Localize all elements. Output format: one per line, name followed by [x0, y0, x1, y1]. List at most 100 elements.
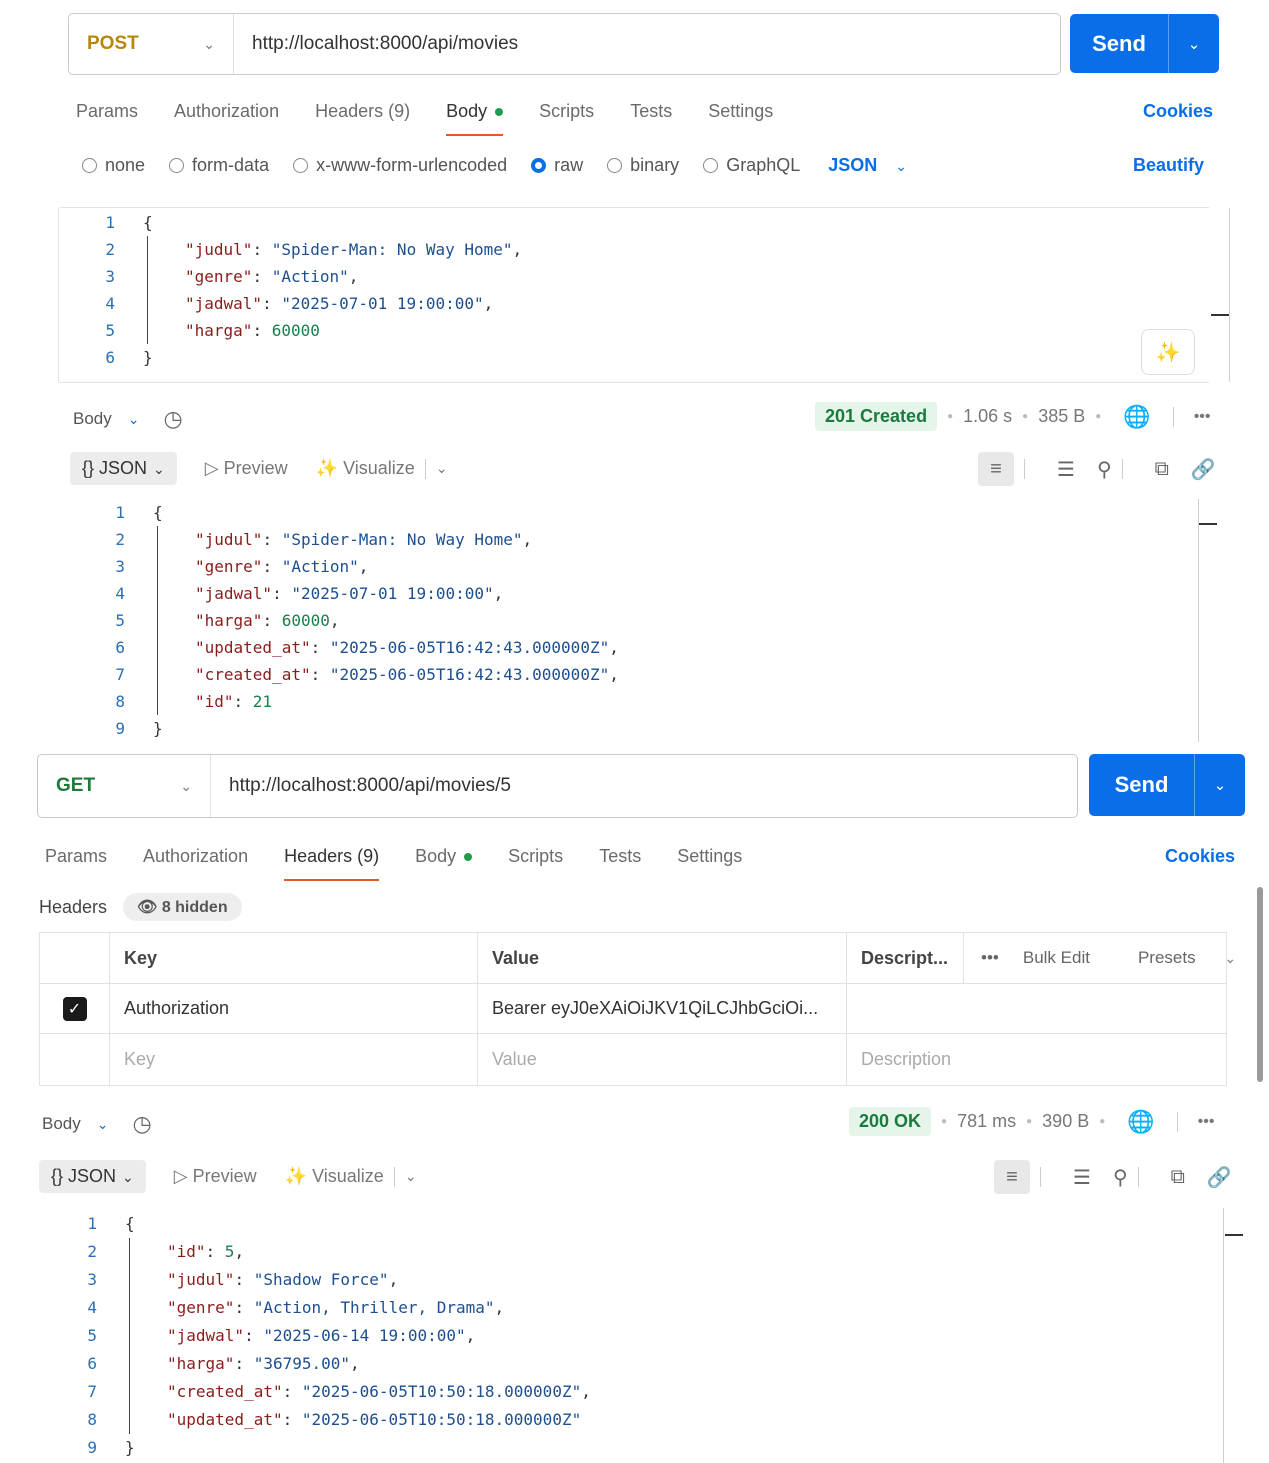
tab-settings[interactable]: Settings [708, 101, 773, 122]
response-body-viewer[interactable]: 1{2 "judul": "Spider-Man: No Way Home", 3 "… [69, 499, 1199, 742]
globe-icon[interactable]: 🌐 [1123, 404, 1150, 430]
presets-button[interactable]: Presets ⌄ [1114, 948, 1236, 968]
option-label: binary [630, 155, 680, 175]
response-time[interactable]: 1.06 s [963, 406, 1012, 427]
send-button[interactable]: Send ⌄ [1070, 14, 1219, 73]
new-value-input[interactable]: Value [478, 1034, 847, 1085]
response-body-label[interactable]: Body [42, 1114, 81, 1134]
visualize-button[interactable]: ✨ Visualize [285, 1166, 384, 1187]
wrap-lines-icon[interactable]: ≡ [978, 452, 1014, 486]
chevron-down-icon[interactable]: ⌄ [97, 1116, 109, 1133]
response-size[interactable]: 390 B [1042, 1111, 1089, 1132]
tab-params[interactable]: Params [45, 846, 107, 867]
tab-params[interactable]: Params [76, 101, 138, 122]
globe-icon[interactable]: 🌐 [1127, 1109, 1154, 1135]
tab-body[interactable]: Body [446, 101, 504, 136]
chevron-down-icon: ⌄ [122, 1169, 134, 1185]
tab-tests[interactable]: Tests [630, 101, 672, 122]
hidden-headers-toggle[interactable]: 👁 8 hidden [123, 893, 242, 921]
json-value: "Action" [281, 557, 359, 576]
scroll-thumb[interactable] [1211, 314, 1229, 316]
new-description-input[interactable]: Description [847, 1034, 1226, 1085]
code-line: 1{ [41, 1210, 134, 1237]
response-format-select[interactable]: {} JSON ⌄ [70, 452, 177, 485]
response-body-label[interactable]: Body [73, 409, 112, 429]
method-select[interactable]: POST ⌄ [69, 14, 234, 74]
ai-assist-icon[interactable]: ✨ [1141, 329, 1195, 375]
json-value: 60000 [281, 611, 330, 630]
body-option-form-data[interactable]: form-data [169, 155, 269, 176]
copy-icon[interactable]: ⧉ [1155, 458, 1169, 481]
header-description-cell[interactable] [847, 984, 1226, 1034]
body-option-urlencoded[interactable]: x-www-form-urlencoded [293, 155, 507, 176]
tab-tests[interactable]: Tests [599, 846, 641, 867]
tab-settings[interactable]: Settings [677, 846, 742, 867]
body-option-graphql[interactable]: GraphQL [703, 155, 800, 176]
wrap-lines-icon[interactable]: ≡ [994, 1160, 1030, 1194]
tab-headers[interactable]: Headers (9) [315, 101, 410, 122]
more-options-icon[interactable]: ••• [981, 948, 999, 968]
visualize-button[interactable]: ✨ Visualize [316, 458, 415, 479]
response-time[interactable]: 781 ms [957, 1111, 1016, 1132]
body-format-select[interactable]: JSON ⌄ [828, 155, 907, 176]
tab-authorization[interactable]: Authorization [174, 101, 279, 122]
line-number: 6 [87, 1354, 97, 1373]
preview-button[interactable]: ▷ Preview [174, 1166, 257, 1187]
tab-headers[interactable]: Headers (9) [284, 846, 380, 881]
chevron-down-icon[interactable]: ⌄ [1168, 14, 1219, 73]
search-icon[interactable]: ⚲ [1097, 457, 1112, 482]
code-text: } [125, 1438, 135, 1457]
body-option-binary[interactable]: binary [607, 155, 679, 176]
chevron-down-icon[interactable]: ⌄ [436, 460, 448, 477]
send-button[interactable]: Send ⌄ [1089, 754, 1245, 816]
request-body-editor[interactable]: 1{2 "judul": "Spider-Man: No Way Home", 3 "… [58, 207, 1209, 383]
url-input[interactable]: http://localhost:8000/api/movies [234, 33, 518, 55]
get-request-panel: GET ⌄ http://localhost:8000/api/movies/5… [0, 742, 1269, 1463]
preview-button[interactable]: ▷ Preview [205, 458, 288, 479]
chevron-down-icon[interactable]: ⌄ [1194, 754, 1245, 816]
header-value-cell[interactable]: Bearer eyJ0eXAiOiJKV1QiLCJhbGciOi... [478, 984, 847, 1034]
search-icon[interactable]: ⚲ [1113, 1165, 1128, 1190]
separator-dot: ● [1099, 1116, 1106, 1127]
status-badge[interactable]: 201 Created [815, 402, 938, 431]
more-options-icon[interactable]: ••• [1194, 408, 1211, 426]
more-options-icon[interactable]: ••• [1198, 1113, 1215, 1131]
header-key-cell[interactable]: Authorization [110, 984, 478, 1034]
history-icon[interactable]: ◷ [132, 1111, 151, 1137]
response-body-viewer[interactable]: 1{2 "id": 5, 3 "judul": "Shadow Force", 4 "ge… [41, 1208, 1221, 1463]
code-line: 5 "jadwal": "2025-06-14 19:00:00", [41, 1322, 475, 1349]
cookies-link[interactable]: Cookies [1165, 846, 1235, 867]
tab-scripts[interactable]: Scripts [508, 846, 563, 867]
status-badge[interactable]: 200 OK [849, 1107, 932, 1136]
viewer-scrollbar[interactable] [1198, 499, 1199, 742]
code-line: 4 "jadwal": "2025-07-01 19:00:00", [59, 290, 493, 317]
beautify-button[interactable]: Beautify [1133, 155, 1204, 176]
url-input[interactable]: http://localhost:8000/api/movies/5 [211, 775, 511, 797]
tab-scripts[interactable]: Scripts [539, 101, 594, 122]
editor-scrollbar[interactable] [1229, 208, 1230, 382]
response-size[interactable]: 385 B [1038, 406, 1085, 427]
chevron-down-icon[interactable]: ⌄ [405, 1168, 417, 1185]
page-scrollbar[interactable] [1257, 887, 1263, 1082]
checkbox-checked-icon[interactable]: ✓ [62, 996, 87, 1021]
body-option-raw[interactable]: raw [531, 155, 583, 176]
chevron-down-icon[interactable]: ⌄ [128, 411, 140, 428]
link-icon[interactable]: 🔗 [1207, 1165, 1232, 1190]
scroll-thumb[interactable] [1225, 1234, 1243, 1236]
tab-body[interactable]: Body [415, 846, 473, 867]
body-option-none[interactable]: none [82, 155, 145, 176]
method-select[interactable]: GET ⌄ [38, 755, 211, 817]
link-icon[interactable]: 🔗 [1191, 457, 1216, 482]
tab-authorization[interactable]: Authorization [143, 846, 248, 867]
response-format-select[interactable]: {} JSON ⌄ [39, 1160, 146, 1193]
copy-icon[interactable]: ⧉ [1171, 1166, 1185, 1189]
code-line: 2 "judul": "Spider-Man: No Way Home", [59, 236, 522, 263]
new-key-input[interactable]: Key [110, 1034, 478, 1085]
history-icon[interactable]: ◷ [163, 406, 182, 432]
filter-icon[interactable]: ☰ [1057, 457, 1075, 482]
bulk-edit-button[interactable]: Bulk Edit [1023, 948, 1090, 968]
cookies-link[interactable]: Cookies [1143, 101, 1213, 122]
filter-icon[interactable]: ☰ [1073, 1165, 1091, 1190]
scroll-thumb[interactable] [1199, 523, 1217, 525]
viewer-scrollbar[interactable] [1223, 1208, 1224, 1463]
